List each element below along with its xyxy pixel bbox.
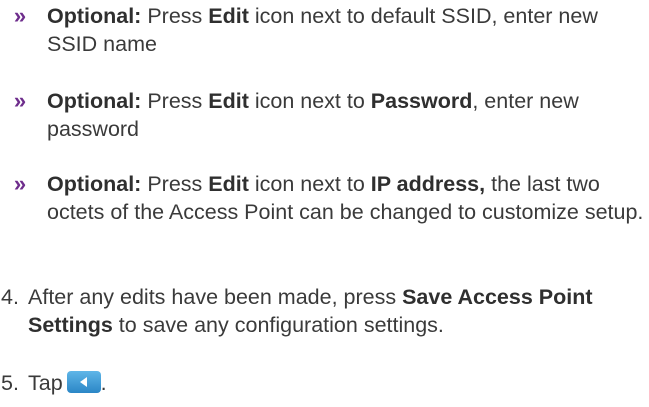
bullet-marker: » (13, 3, 26, 28)
text-segment: . (100, 371, 107, 395)
edit-label: Edit (208, 4, 249, 28)
step-4: 4. After any edits have been made, press… (0, 283, 645, 339)
back-arrow-icon (66, 371, 101, 393)
bullet-text: Optional: Press Edit icon next to defaul… (47, 2, 645, 58)
optional-label: Optional: (47, 172, 142, 196)
optional-label: Optional: (47, 89, 142, 113)
step-number: 4. (1, 285, 19, 309)
bullet-text: Optional: Press Edit icon next to IP add… (47, 170, 645, 226)
step-text: Tap. (28, 369, 645, 397)
optional-label: Optional: (47, 4, 142, 28)
bullet-marker: » (13, 88, 26, 113)
text-segment: icon next to (248, 172, 371, 196)
bullet-item-ssid: » Optional: Press Edit icon next to defa… (0, 2, 645, 58)
text-segment: After any edits have been made, press (28, 285, 403, 309)
text-segment: Press (141, 89, 209, 113)
step-number: 5. (1, 371, 19, 395)
text-segment: icon next to (248, 89, 371, 113)
password-label: Password (370, 89, 473, 113)
step-5: 5. Tap. (0, 369, 645, 397)
ip-address-label: IP address, (370, 172, 486, 196)
text-segment: Press (141, 172, 209, 196)
bullet-item-ip-address: » Optional: Press Edit icon next to IP a… (0, 170, 645, 226)
bullet-marker: » (13, 171, 26, 196)
edit-label: Edit (208, 172, 249, 196)
step-text: After any edits have been made, press Sa… (28, 283, 645, 339)
bullet-item-password: » Optional: Press Edit icon next to Pass… (0, 87, 645, 143)
text-segment: Press (141, 4, 209, 28)
text-segment: to save any configuration settings. (112, 313, 444, 337)
bullet-text: Optional: Press Edit icon next to Passwo… (47, 87, 645, 143)
edit-label: Edit (208, 89, 249, 113)
